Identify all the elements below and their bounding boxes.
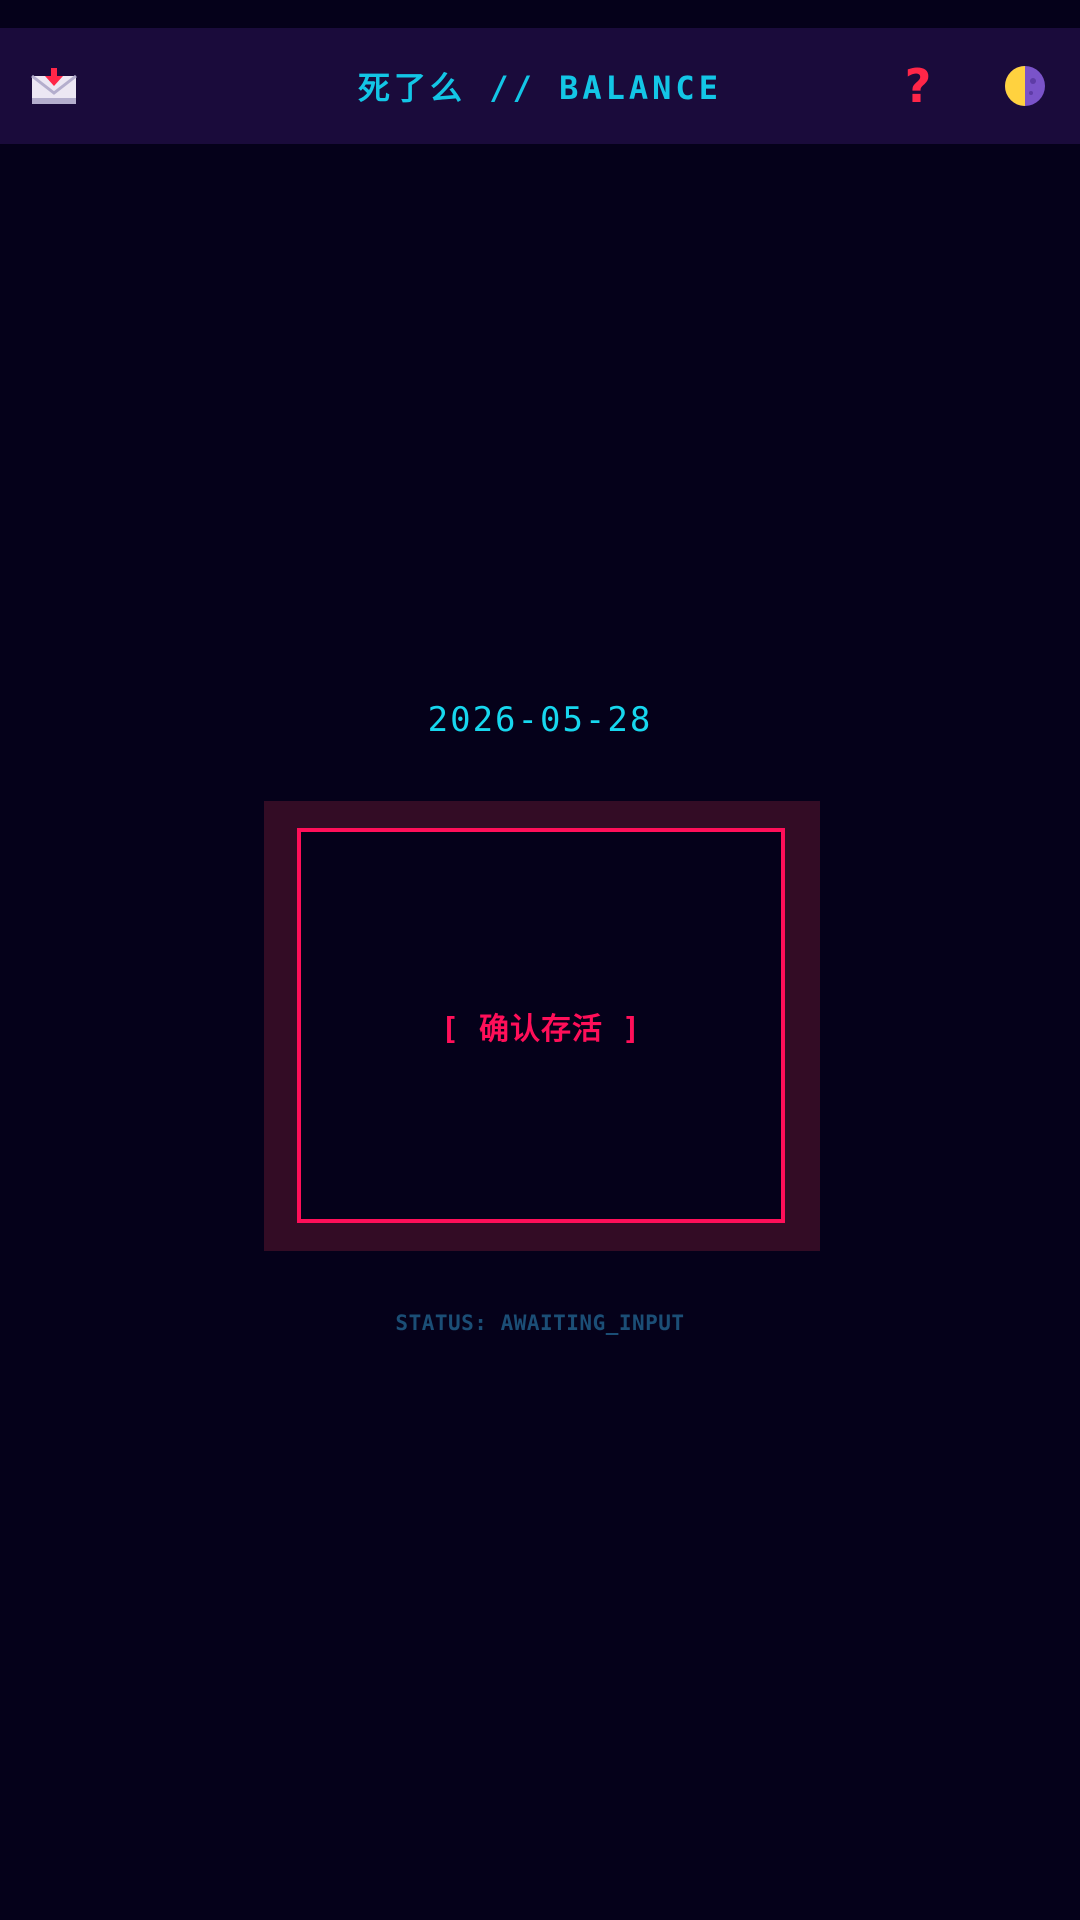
question-mark-icon: ? <box>904 59 932 113</box>
inbox-download-icon <box>31 68 77 104</box>
theme-toggle-button[interactable] <box>985 28 1065 144</box>
status-bar-area <box>0 0 1080 28</box>
current-date: 2026-05-28 <box>427 700 653 740</box>
confirm-alive-button[interactable]: [ 确认存活 ] <box>264 801 820 1251</box>
help-button[interactable]: ? <box>878 28 958 144</box>
status-text: STATUS: AWAITING_INPUT <box>395 1311 685 1335</box>
confirm-alive-label: [ 确认存活 ] <box>440 1011 642 1047</box>
confirm-alive-frame[interactable]: [ 确认存活 ] <box>297 828 785 1223</box>
inbox-button[interactable] <box>14 28 94 144</box>
theme-toggle-icon <box>1005 66 1045 106</box>
